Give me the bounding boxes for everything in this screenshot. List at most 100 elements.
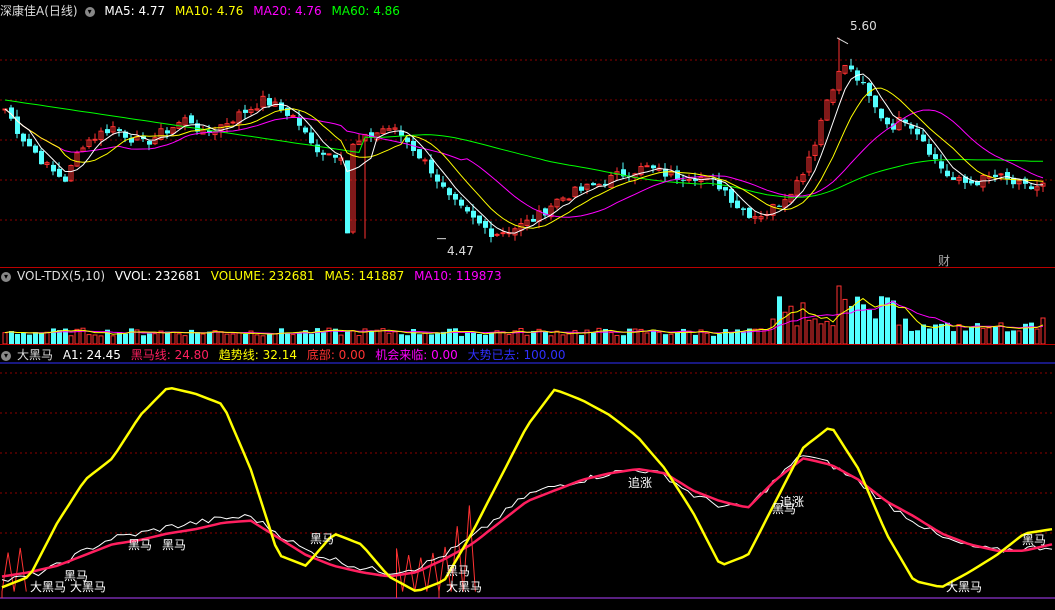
volume-bar [285, 332, 290, 344]
vol-ma5-label: MA5: 141887 [324, 269, 405, 283]
low-price-label: 4.47 [447, 244, 474, 258]
a1-label: A1: 24.45 [62, 348, 121, 362]
candle-down [57, 168, 62, 177]
candle-down [483, 221, 488, 228]
volume-bar [969, 326, 974, 344]
volume-bar [68, 335, 74, 345]
candle-down [303, 127, 308, 133]
candle-down [309, 132, 314, 144]
candle-up [290, 114, 296, 117]
volume-bar [524, 334, 530, 345]
volume-bar [315, 328, 320, 344]
candle-down [279, 102, 284, 110]
candle-down [21, 133, 26, 142]
volume-bar [993, 326, 998, 344]
volume-bar [891, 300, 896, 344]
hmx-label: 黑马线: 24.80 [130, 348, 209, 362]
volume-bar [483, 334, 488, 344]
price-chart [0, 37, 1055, 243]
volume-bar [980, 327, 986, 345]
indicator-chart [0, 362, 1055, 599]
volume-bar [794, 325, 800, 345]
candle-down [33, 145, 38, 153]
candle-down [105, 129, 110, 134]
volume-bar [764, 329, 770, 345]
volume-bar [531, 330, 536, 344]
volume-bar [909, 330, 914, 344]
candle-down [1005, 172, 1010, 180]
candle-up [326, 153, 332, 156]
jhll-label: 机会来临: 0.00 [375, 348, 458, 362]
volume-bar [614, 334, 620, 345]
volume-bar [399, 334, 404, 344]
candle-down [951, 177, 956, 180]
candle-down [459, 199, 464, 206]
price-panel[interactable]: 深康佳A(日线) ▾ MA5: 4.77 MA10: 4.76 MA20: 4.7… [0, 0, 1055, 268]
signal-label: 大黑马 [446, 580, 483, 594]
volume-bar [770, 318, 776, 345]
settings-icon[interactable]: ▾ [1, 350, 11, 361]
volume-bar [627, 328, 632, 344]
candle-down [651, 165, 656, 169]
volume-panel[interactable]: ▾ VOL-TDX(5,10) VVOL: 232681 VOLUME: 2326… [0, 268, 1055, 345]
candle-down [117, 129, 122, 131]
candle-down [741, 208, 746, 210]
volume-bar [309, 333, 314, 344]
volume-bar [218, 331, 224, 345]
volume-bar [297, 332, 302, 344]
volume-bar [224, 333, 230, 345]
indicator-panel[interactable]: ▾ 大黑马 A1: 24.45 黑马线: 24.80 趋势线: 32.14 底部:… [0, 345, 1055, 610]
volume-bar [435, 333, 440, 344]
db-label: 底部: 0.00 [306, 348, 366, 362]
volume-bar [915, 330, 920, 344]
candle-down [939, 161, 944, 169]
candle-down [915, 128, 920, 135]
qsx-label: 趋势线: 32.14 [218, 348, 297, 362]
indicator-header: ▾ 大黑马 A1: 24.45 黑马线: 24.80 趋势线: 32.14 底部:… [0, 346, 572, 364]
ma10-line [4, 87, 1044, 229]
candle-down [873, 95, 878, 108]
candle-down [747, 207, 752, 218]
volume-bar [141, 335, 146, 344]
volume-bar [453, 328, 458, 344]
volume-bar [548, 335, 554, 345]
candle-down [945, 170, 950, 177]
candle-down [297, 117, 302, 126]
candle-down [777, 205, 782, 207]
volume-bar [356, 335, 362, 345]
volume-bar [254, 334, 260, 345]
volume-bar [21, 332, 26, 344]
volume-bar [704, 332, 710, 345]
ind-name: 大黑马 [17, 348, 54, 362]
volume-bar [500, 331, 506, 345]
settings-icon[interactable]: ▾ [84, 6, 95, 17]
volume-bar [51, 328, 56, 344]
volume-bar [230, 333, 236, 345]
volume-bar [956, 324, 962, 345]
candle-down [927, 143, 932, 155]
volume-bar [818, 323, 824, 345]
settings-icon[interactable]: ▾ [1, 271, 11, 282]
candle-up [998, 173, 1004, 176]
signal-label: 黑马 [128, 538, 153, 552]
volume-bar [1040, 317, 1046, 345]
volume-bar [842, 298, 848, 345]
volume-bar [477, 334, 482, 344]
candle-down [723, 187, 728, 191]
volume-bar [374, 329, 380, 345]
candle-down [489, 228, 494, 237]
candle-down [435, 174, 440, 182]
volume-bar [33, 332, 38, 344]
candle-up [92, 138, 98, 141]
candle-up [422, 159, 428, 162]
volume-bar [39, 332, 44, 344]
price-header: 深康佳A(日线) ▾ MA5: 4.77 MA10: 4.76 MA20: 4.7… [0, 2, 406, 20]
candle-down [447, 188, 452, 196]
candle-down [681, 179, 686, 181]
volume-bar [417, 334, 422, 344]
volume-bar [350, 330, 356, 345]
volume-bar [243, 333, 248, 344]
volume-bar [644, 332, 650, 345]
candle-down [885, 117, 890, 125]
signal-label: 大黑马 [946, 580, 983, 594]
